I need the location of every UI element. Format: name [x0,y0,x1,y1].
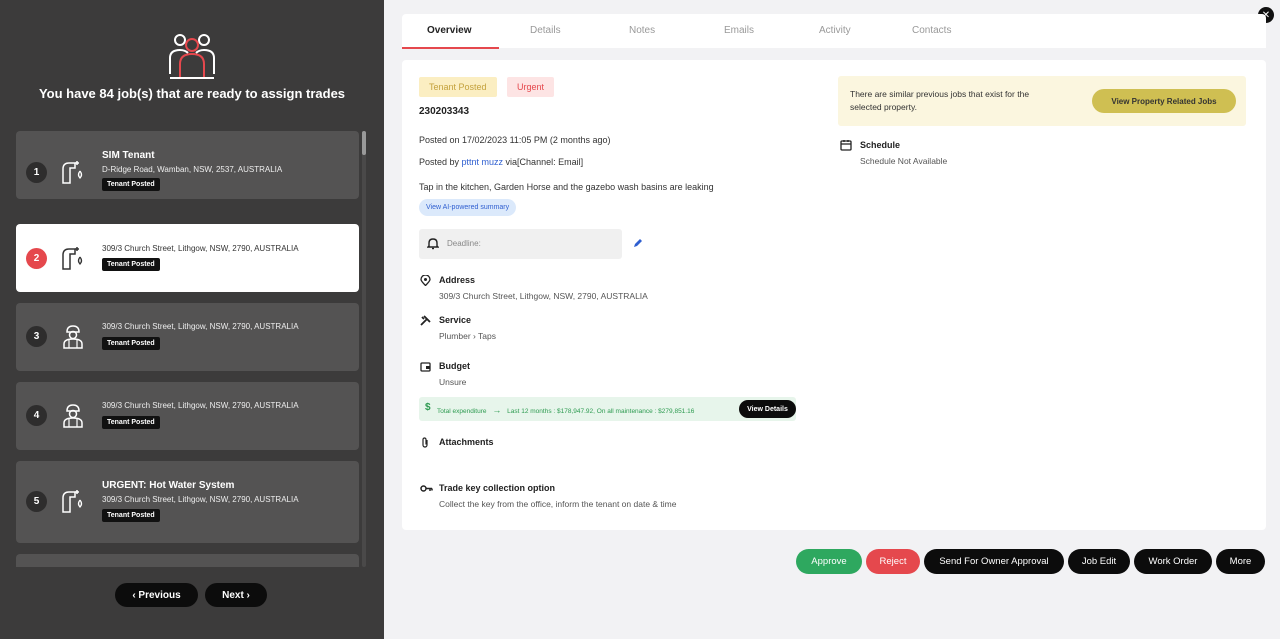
more-button[interactable]: More [1216,549,1265,574]
send-for-owner-approval-button[interactable]: Send For Owner Approval [924,549,1064,574]
tap-icon [62,161,83,184]
status-badge: Tenant Posted [102,416,160,429]
view-property-related-jobs-button[interactable]: View Property Related Jobs [1092,89,1236,113]
tab-contacts[interactable]: Contacts [912,25,951,36]
previous-button[interactable]: ‹ Previous [115,583,198,607]
job-title: SIM Tenant [102,150,155,161]
job-address: 309/3 Church Street, Lithgow, NSW, 2790,… [102,244,299,253]
job-address: 309/3 Church Street, Lithgow, NSW, 2790,… [102,322,299,331]
posted-by-user-link[interactable]: pttnt muzz [462,157,504,167]
posted-by-channel: via[Channel: Email] [503,157,584,167]
job-number: 1 [26,162,47,183]
posted-on: Posted on 17/02/2023 11:05 PM (2 months … [419,135,611,145]
expenditure-detail: Last 12 months : $178,947.92, On all mai… [507,408,695,415]
overview-panel: Tenant Posted Urgent 230203343 Posted on… [402,60,1266,530]
edit-pencil-icon[interactable] [633,238,643,248]
bell-icon [427,238,439,250]
expenditure-label: Total expenditure [437,408,487,415]
worker-icon [63,404,83,428]
expenditure-text: Total expenditure → Last 12 months : $17… [437,405,694,415]
address-link[interactable]: 309/3 Church Street, Lithgow, NSW, 2790,… [439,291,648,301]
tools-icon [420,315,431,326]
jobs-sidebar: You have 84 job(s) that are ready to ass… [0,0,384,639]
active-tab-indicator [402,47,499,49]
budget-title: Budget [439,361,470,371]
job-list-scrollbar[interactable] [362,131,366,567]
similar-jobs-text: There are similar previous jobs that exi… [850,89,1030,112]
job-title: URGENT: Hot Water System [102,480,235,491]
arrow-right-icon: → [492,405,502,415]
view-details-button[interactable]: View Details [739,400,796,418]
tap-icon [62,490,83,513]
status-badge: Tenant Posted [102,337,160,350]
job-id: 230203343 [419,106,470,117]
job-number: 5 [26,491,47,512]
job-card-1[interactable]: 1 SIM Tenant D-Ridge Road, Wamban, NSW, … [16,131,359,199]
service-value: Plumber › Taps [439,331,497,341]
worker-icon [63,325,83,349]
tab-notes[interactable]: Notes [629,25,655,36]
tab-emails[interactable]: Emails [724,25,754,36]
job-address: 309/3 Church Street, Lithgow, NSW, 2790,… [102,495,299,504]
deadline-field[interactable]: Deadline: [419,229,622,259]
key-collection-value: Collect the key from the office, inform … [439,499,677,509]
next-button[interactable]: Next › [205,583,267,607]
budget-value: Unsure [439,377,467,387]
reject-button[interactable]: Reject [866,549,920,574]
wallet-icon [420,362,431,372]
schedule-title: Schedule [860,140,901,150]
job-card-6[interactable] [16,554,359,567]
job-description: Tap in the kitchen, Garden Horse and the… [419,182,714,192]
tab-details[interactable]: Details [530,25,561,36]
status-badge: Tenant Posted [102,178,160,191]
people-group-icon [169,34,215,79]
priority-badge: Urgent [507,77,555,97]
calendar-icon [840,140,852,151]
service-title: Service [439,315,472,325]
job-list-scroll-thumb[interactable] [362,131,366,155]
deadline-placeholder: Deadline: [447,239,481,248]
job-number: 4 [26,405,47,426]
job-card-5[interactable]: 5 URGENT: Hot Water System 309/3 Church … [16,461,359,543]
location-pin-icon [420,275,431,286]
status-badge: Tenant Posted [102,258,160,271]
ai-summary-button[interactable]: View AI-powered summary [419,199,517,216]
posted-by-prefix: Posted by [419,157,462,167]
attachments-title: Attachments [439,437,494,447]
tab-overview[interactable]: Overview [427,25,471,36]
job-number: 2 [26,248,47,269]
posted-by: Posted by pttnt muzz via[Channel: Email] [419,157,583,167]
dollar-icon: $ [425,402,431,413]
schedule-value: Schedule Not Available [860,156,948,166]
approve-button[interactable]: Approve [796,549,862,574]
job-address: D-Ridge Road, Wamban, NSW, 2537, AUSTRAL… [102,165,283,174]
job-card-2[interactable]: 2 309/3 Church Street, Lithgow, NSW, 279… [16,224,359,292]
job-edit-button[interactable]: Job Edit [1068,549,1130,574]
jobs-ready-heading: You have 84 job(s) that are ready to ass… [38,86,346,101]
key-icon [420,485,433,492]
status-badge: Tenant Posted [102,509,160,522]
tap-icon [62,247,83,270]
job-number: 3 [26,326,47,347]
paperclip-icon [422,437,428,448]
job-address: 309/3 Church Street, Lithgow, NSW, 2790,… [102,401,299,410]
similar-jobs-notice: There are similar previous jobs that exi… [838,76,1246,126]
work-order-button[interactable]: Work Order [1134,549,1212,574]
job-card-4[interactable]: 4 309/3 Church Street, Lithgow, NSW, 279… [16,382,359,450]
tab-activity[interactable]: Activity [819,25,851,36]
job-list: 1 SIM Tenant D-Ridge Road, Wamban, NSW, … [16,131,359,567]
tab-bar: Overview Details Notes Emails Activity C… [402,14,1266,49]
key-collection-title: Trade key collection option [439,483,556,493]
job-card-3[interactable]: 3 309/3 Church Street, Lithgow, NSW, 279… [16,303,359,371]
address-title: Address [439,275,476,285]
status-badge: Tenant Posted [419,77,497,97]
expenditure-banner: $ Total expenditure → Last 12 months : $… [419,397,796,421]
